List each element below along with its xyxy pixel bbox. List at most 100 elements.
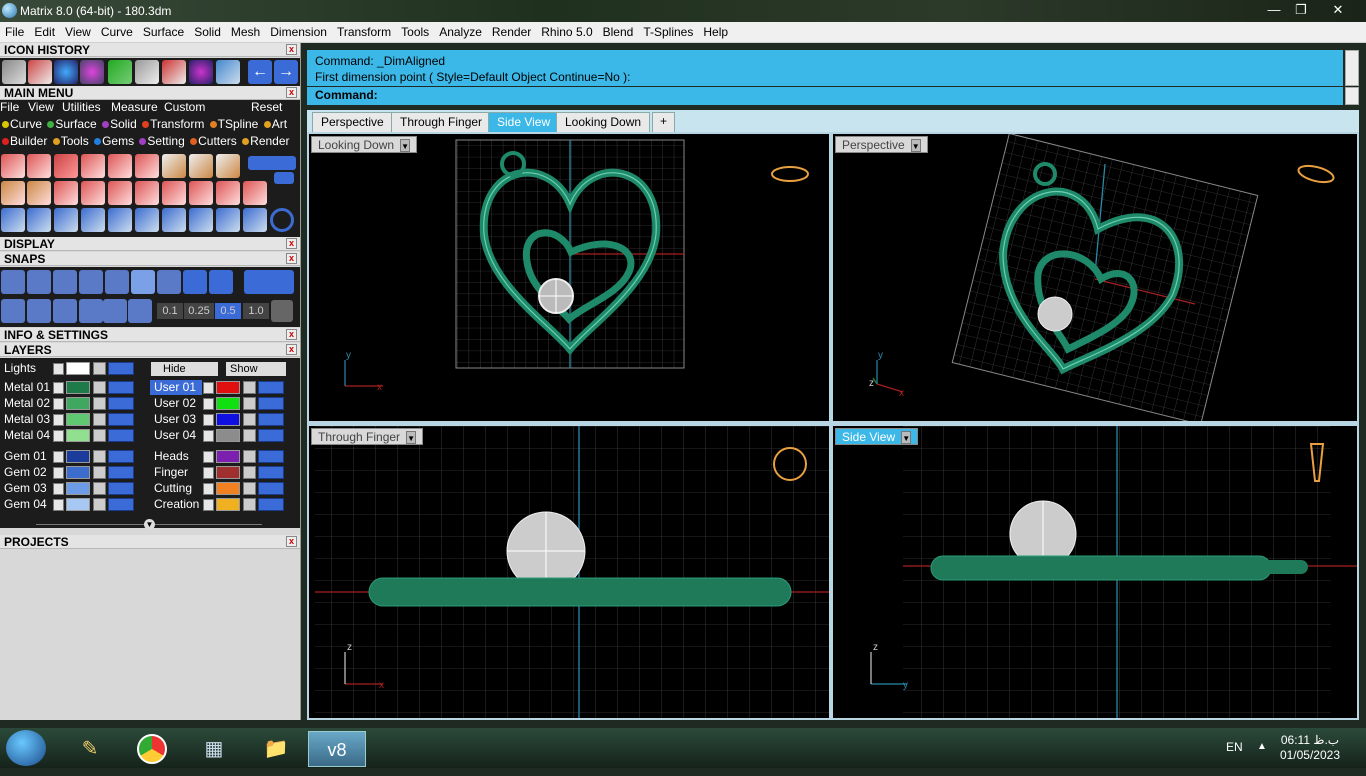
visibility-toggle[interactable] — [108, 413, 134, 426]
visibility-toggle[interactable] — [108, 397, 134, 410]
snap-tan-icon[interactable] — [183, 270, 207, 294]
viewport-looking-down[interactable]: x y Looking Down ▼ — [309, 134, 829, 421]
layer-lights[interactable]: Lights — [0, 361, 140, 376]
arrow-icon[interactable] — [53, 499, 64, 511]
layer-row[interactable]: Gem 01 — [0, 449, 140, 464]
grid-settings-icon[interactable] — [271, 300, 293, 322]
close-icon[interactable]: x — [286, 329, 297, 340]
arrow-icon[interactable] — [203, 499, 214, 511]
snap-quad-icon[interactable] — [209, 270, 233, 294]
channel-icon[interactable] — [54, 154, 78, 178]
viewport-label-side-view[interactable]: Side View ▼ — [835, 428, 919, 445]
color-swatch[interactable] — [66, 413, 90, 426]
prong-head-icon[interactable] — [1, 154, 25, 178]
arrow-icon[interactable] — [53, 363, 64, 375]
color-swatch[interactable] — [216, 498, 240, 511]
menu-edit[interactable]: Edit — [29, 22, 60, 42]
builder-option-button[interactable] — [274, 172, 294, 184]
menu-solid[interactable]: Solid — [189, 22, 226, 42]
mm-render[interactable]: Render — [240, 134, 290, 148]
paint-app-icon[interactable]: ✎ — [66, 731, 114, 767]
ortho-icon[interactable] — [53, 299, 77, 323]
chevron-down-icon[interactable]: ▼ — [406, 431, 417, 444]
layer-row[interactable]: User 04 — [150, 428, 290, 443]
lock-icon[interactable] — [93, 413, 106, 426]
lock-icon[interactable] — [243, 482, 256, 495]
layer-row[interactable]: User 03 — [150, 412, 290, 427]
layer-row[interactable]: Metal 01 — [0, 380, 140, 395]
snap-mid-icon[interactable] — [79, 270, 103, 294]
explorer-app-icon[interactable]: 📁 — [252, 731, 300, 767]
menu-rhino[interactable]: Rhino 5.0 — [536, 22, 597, 42]
mm-surface[interactable]: Surface — [45, 117, 97, 131]
snap-step-2[interactable]: 0.5 — [215, 303, 241, 319]
layer-row[interactable]: Metal 03 — [0, 412, 140, 427]
cube-snap-icon[interactable] — [27, 299, 51, 323]
menu-help[interactable]: Help — [698, 22, 733, 42]
twist-icon[interactable] — [135, 181, 159, 205]
cage-icon[interactable] — [243, 181, 267, 205]
menu-surface[interactable]: Surface — [138, 22, 189, 42]
chevron-down-icon[interactable]: ▼ — [901, 431, 912, 444]
add-tab-button[interactable]: + — [652, 112, 676, 132]
lock-icon[interactable] — [93, 397, 106, 410]
curve-offset-icon[interactable] — [54, 208, 78, 232]
gumball-icon[interactable] — [103, 299, 127, 323]
layer-row[interactable]: Gem 04 — [0, 497, 140, 512]
visibility-toggle[interactable] — [108, 381, 134, 394]
mm-setting[interactable]: Setting — [137, 134, 185, 148]
color-swatch[interactable] — [66, 362, 90, 375]
chevron-down-icon[interactable]: ▼ — [400, 139, 411, 152]
arrow-icon[interactable] — [53, 430, 64, 442]
arrow-icon[interactable] — [53, 483, 64, 495]
visibility-toggle[interactable] — [108, 450, 134, 463]
analyze-icon[interactable] — [243, 208, 267, 232]
mm-curve[interactable]: Curve — [0, 117, 42, 131]
visibility-toggle[interactable] — [108, 498, 134, 511]
sweep-icon[interactable] — [162, 208, 186, 232]
menu-mesh[interactable]: Mesh — [226, 22, 265, 42]
cone-tool-icon[interactable] — [54, 60, 78, 84]
command-scrollbar[interactable] — [1345, 50, 1359, 86]
viewport-perspective[interactable]: x y z Perspective ▼ — [833, 134, 1357, 421]
visibility-toggle[interactable] — [108, 482, 134, 495]
tray-expand-icon[interactable]: ▲ — [1257, 741, 1267, 752]
color-swatch[interactable] — [66, 429, 90, 442]
tab-perspective[interactable]: Perspective — [312, 112, 393, 132]
lock-icon[interactable] — [243, 413, 256, 426]
lock-icon[interactable] — [243, 429, 256, 442]
arrow-icon[interactable] — [53, 382, 64, 394]
mm-tools[interactable]: Tools — [51, 134, 89, 148]
color-swatch[interactable] — [216, 450, 240, 463]
close-icon[interactable]: x — [286, 238, 297, 249]
close-icon[interactable]: x — [286, 87, 297, 98]
snap-step-1[interactable]: 0.25 — [184, 303, 214, 319]
mirror-icon[interactable] — [216, 208, 240, 232]
arrow-icon[interactable] — [53, 414, 64, 426]
main-menu-header[interactable]: MAIN MENU x — [0, 86, 300, 100]
color-swatch[interactable] — [66, 381, 90, 394]
snap-end-icon[interactable] — [1, 270, 25, 294]
visibility-toggle[interactable] — [258, 429, 284, 442]
arrow-icon[interactable] — [203, 483, 214, 495]
mm-file[interactable]: File — [0, 100, 19, 114]
gallery-icon[interactable] — [189, 154, 213, 178]
viewport-label-perspective[interactable]: Perspective ▼ — [835, 136, 928, 153]
array-tool-icon[interactable] — [108, 60, 132, 84]
lock-icon[interactable] — [93, 450, 106, 463]
color-swatch[interactable] — [216, 482, 240, 495]
language-indicator[interactable]: EN — [1226, 740, 1243, 754]
layer-row[interactable]: Finger — [150, 465, 290, 480]
color-swatch[interactable] — [216, 429, 240, 442]
color-swatch[interactable] — [216, 413, 240, 426]
layer-row[interactable]: Metal 02 — [0, 396, 140, 411]
close-button[interactable]: ✕ — [1326, 1, 1350, 19]
pave-icon[interactable] — [81, 154, 105, 178]
move-icon[interactable] — [108, 208, 132, 232]
lock-icon[interactable] — [243, 381, 256, 394]
link-icon[interactable] — [189, 208, 213, 232]
clock[interactable]: 06:11 ب.ظ 01/05/2023 — [1280, 733, 1340, 763]
restore-button[interactable]: ❐ — [1289, 1, 1313, 19]
lock-icon[interactable] — [93, 362, 106, 375]
visibility-toggle[interactable] — [108, 362, 134, 375]
